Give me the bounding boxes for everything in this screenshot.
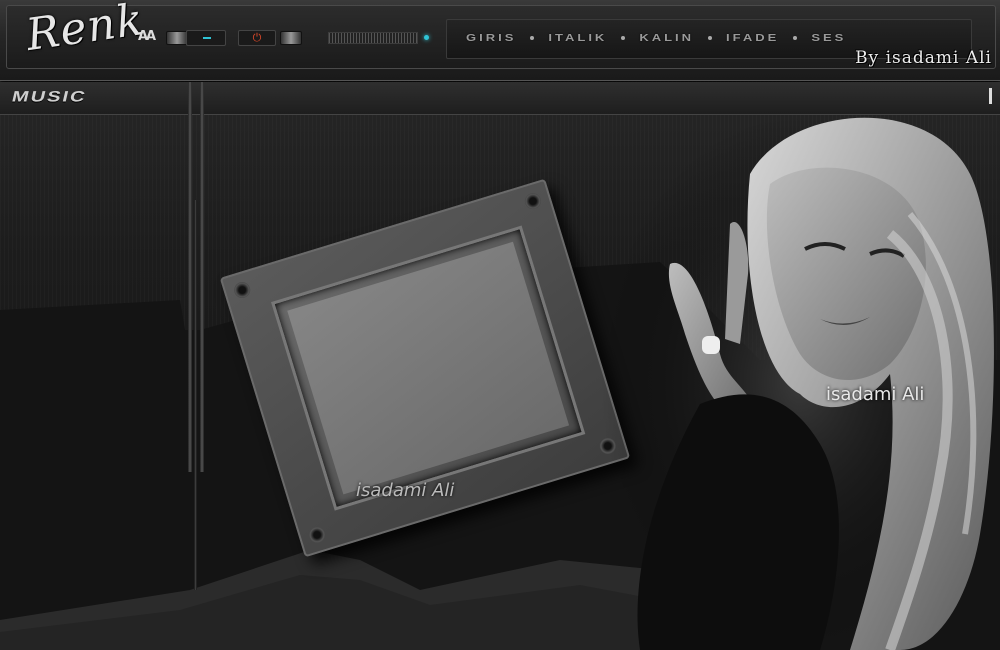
screw-icon — [307, 524, 328, 545]
indicator-led-icon — [424, 35, 429, 40]
minimize-button[interactable] — [186, 30, 226, 46]
scrollbar-track[interactable] — [194, 200, 197, 590]
portrait-image — [600, 114, 1000, 650]
nav-separator — [530, 35, 535, 40]
right-knob[interactable] — [280, 31, 302, 45]
frame-inset — [271, 225, 586, 511]
top-nav: GIRIS ITALIK KALIN IFADE SES — [466, 30, 846, 45]
frame-watermark: isadami Ali — [356, 480, 455, 501]
control-strip: AA ⏻ — [138, 27, 438, 49]
screw-icon — [232, 280, 253, 301]
nav-item-ses[interactable]: SES — [811, 32, 846, 44]
vertical-rail-right — [200, 82, 204, 472]
bar-marker — [989, 88, 992, 104]
page: Renk AA ⏻ GIRIS ITALIK KALIN IFADE SES B… — [0, 0, 1000, 650]
nav-item-ifade[interactable]: IFADE — [726, 32, 779, 44]
minus-icon — [203, 37, 211, 39]
nav-separator — [793, 35, 798, 40]
vertical-rail-left — [188, 82, 192, 472]
volume-fader[interactable] — [328, 32, 418, 44]
nav-separator — [621, 35, 626, 40]
left-knob[interactable] — [166, 31, 188, 45]
power-icon[interactable]: ⏻ — [238, 30, 276, 46]
font-size-icon[interactable]: AA — [138, 29, 156, 44]
music-section-label: MUSIC — [10, 88, 89, 106]
portrait-watermark: isadami Ali — [826, 384, 925, 405]
nav-item-italik[interactable]: ITALIK — [548, 32, 607, 44]
frame-screen — [287, 241, 570, 495]
nav-item-giris[interactable]: GIRIS — [466, 32, 516, 44]
author-byline: By isadami Ali — [855, 48, 992, 68]
top-header: Renk AA ⏻ GIRIS ITALIK KALIN IFADE SES B… — [0, 0, 1000, 81]
section-bar — [0, 82, 1000, 115]
screw-icon — [522, 191, 543, 212]
nav-separator — [708, 35, 713, 40]
nav-item-kalin[interactable]: KALIN — [639, 32, 694, 44]
